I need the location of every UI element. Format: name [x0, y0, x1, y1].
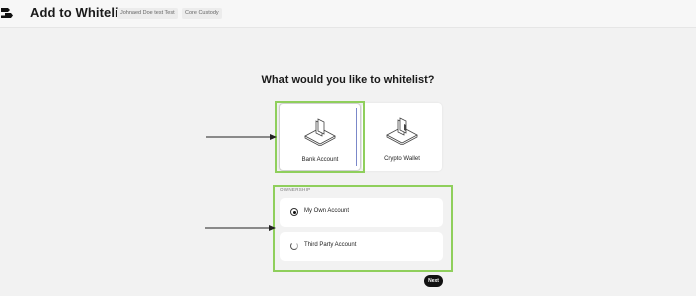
- bank-account-icon: [304, 118, 336, 146]
- option-label: My Own Account: [304, 208, 350, 214]
- whitelist-question: What would you like to whitelist?: [261, 74, 435, 86]
- bank-account-card[interactable]: Bank Account: [279, 103, 361, 171]
- radio-selected-icon[interactable]: [290, 208, 298, 216]
- ownership-section-label: OWNERSHIP: [280, 187, 311, 192]
- account-tag: Johnaed Doe test Test: [117, 8, 178, 19]
- crypto-wallet-icon: [386, 117, 418, 145]
- pointer-arrow-icon: [206, 134, 277, 140]
- pointer-arrow-icon: [205, 225, 276, 231]
- custody-tag: Core Custody: [182, 8, 222, 19]
- option-label: Third Party Account: [304, 242, 357, 248]
- top-bar: Add to Whitelist Johnaed Doe test Test C…: [0, 0, 696, 28]
- crypto-wallet-card[interactable]: Crypto Wallet: [362, 103, 442, 171]
- crypto-wallet-label: Crypto Wallet: [384, 156, 420, 162]
- option-third-party-account[interactable]: Third Party Account: [280, 232, 443, 261]
- brand-logo-icon: [1, 8, 13, 18]
- radio-loading-icon[interactable]: [290, 242, 298, 250]
- next-button[interactable]: Next: [424, 275, 443, 287]
- bank-account-label: Bank Account: [301, 157, 339, 163]
- option-my-own-account[interactable]: My Own Account: [280, 198, 443, 227]
- page-title: Add to Whitelist: [30, 5, 131, 20]
